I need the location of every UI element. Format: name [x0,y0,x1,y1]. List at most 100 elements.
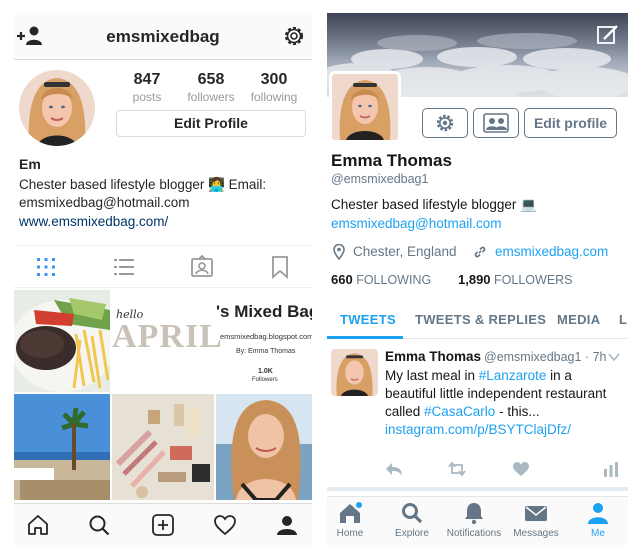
nav-label: Notifications [446,528,502,539]
search-icon[interactable] [87,513,111,537]
twitter-profile-panel: Edit profile Emma Thomas @emsmixedbag1 C… [327,13,628,545]
bio-email-link[interactable]: emsmixedbag@hotmail.com [331,214,621,233]
followers-label: FOLLOWERS [494,273,573,287]
nav-notifications[interactable]: Notifications [443,501,505,539]
profile-name: Emma Thomas [331,151,452,170]
post-blog-author: By: Emma Thomas [236,348,296,355]
avatar[interactable] [329,71,401,143]
lists-button[interactable] [473,108,519,138]
edit-profile-button[interactable]: Edit Profile [116,110,306,137]
bio: Chester based lifestyle blogger 💻 emsmix… [331,195,621,233]
bio-line-2: emsmixedbag@hotmail.com [19,195,190,210]
post-grid: hello APRIL 's Mixed Bag emsmixedbag.blo… [14,290,312,500]
analytics-icon[interactable] [602,461,620,477]
website-link[interactable]: www.emsmixedbag.com/ [19,214,168,229]
home-icon[interactable] [26,513,50,537]
post-thumbnail[interactable] [14,290,110,392]
heart-icon[interactable] [213,513,237,537]
saved-bookmark-icon[interactable] [268,255,292,279]
following-label: FOLLOWING [356,273,432,287]
home-icon [340,502,362,523]
nav-label: Home [336,528,364,539]
edit-profile-label: Edit profile [533,115,608,131]
chevron-down-icon[interactable] [608,352,620,362]
divider [327,487,628,491]
followers-stat[interactable]: 1,890 FOLLOWERS [458,272,573,287]
profile-icon[interactable] [275,513,299,537]
post-thumbnail-april-graphic[interactable]: hello APRIL 's Mixed Bag emsmixedbag.blo… [112,290,312,392]
profile-username: emsmixedbag [106,27,220,46]
nav-explore[interactable]: Explore [381,501,443,539]
tweet-text: My last meal in #Lanzarote in a beautifu… [385,367,623,439]
reply-icon[interactable] [385,461,403,477]
post-april-text: APRIL [112,318,223,355]
post-thumbnail[interactable] [216,394,312,500]
avatar[interactable] [19,70,95,146]
hashtag-link[interactable]: #Lanzarote [479,368,547,383]
location-pin-icon [333,244,345,260]
nav-label: Explore [395,528,429,539]
tagged-photos-icon[interactable] [190,255,214,279]
profile-handle: @emsmixedbag1 [331,172,429,186]
post-thumbnail[interactable] [112,394,214,500]
following-count: 660 [331,272,353,287]
profile-location: Chester, England [353,244,457,259]
nav-messages[interactable]: Messages [505,501,567,539]
retweet-icon[interactable] [448,461,466,477]
gear-icon[interactable] [282,24,306,48]
edit-profile-button[interactable]: Edit profile [524,108,617,138]
tab-tweets[interactable]: TWEETS [340,312,396,327]
bell-icon [465,503,483,525]
like-heart-icon[interactable] [512,461,530,477]
post-blog-title: 's Mixed Bag [216,302,312,321]
stat-followers[interactable]: 658 followers [181,71,241,104]
person-icon [588,503,608,524]
tweet-text-part: - this... [495,404,540,419]
post-follower-label: Followers [252,377,278,383]
tweet-url-link[interactable]: instagram.com/p/BSYTClajDfz/ [385,422,571,437]
people-icon [483,113,509,133]
tab-media[interactable]: MEDIA [557,312,600,327]
display-name: Em [19,156,41,172]
following-stat[interactable]: 660 FOLLOWING [331,272,431,287]
view-tabs [14,245,312,288]
instagram-bottom-nav [14,503,312,545]
tweet-text-part: My last meal in [385,368,479,383]
nav-me[interactable]: Me [567,501,628,539]
followers-count: 658 [197,71,225,88]
new-post-icon[interactable] [151,513,175,537]
bio: Chester based lifestyle blogger 👩‍💻 Emai… [19,176,309,212]
posts-count: 847 [133,71,161,88]
instagram-header: emsmixedbag [14,13,312,60]
post-blog-url: emsmixedbag.blogspot.com [220,332,312,341]
profile-website-link[interactable]: emsmixedbag.com [495,244,608,259]
following-label: following [250,90,298,104]
following-count: 300 [260,71,288,88]
tweet-author-handle: @emsmixedbag1 · 7h [484,350,607,364]
followers-count: 1,890 [458,272,491,287]
post-thumbnail[interactable] [14,394,110,500]
instagram-profile-panel: emsmixedbag 847 posts 658 followers 300 … [14,13,312,545]
list-view-icon[interactable] [112,255,136,279]
nav-home[interactable]: Home [327,501,381,539]
gear-icon [436,114,454,132]
twitter-bottom-nav: Home Explore Notifications Messages Me [327,496,628,545]
tweet-avatar[interactable] [331,349,378,396]
stat-posts[interactable]: 847 posts [117,71,177,104]
edit-header-icon[interactable] [596,23,620,47]
followers-label: followers [187,90,235,104]
grid-view-icon[interactable] [34,255,58,279]
tweet[interactable]: Emma Thomas @emsmixedbag1 · 7h My last m… [327,343,628,493]
posts-label: posts [132,90,162,104]
post-follower-count: 1.0K [258,368,273,375]
settings-button[interactable] [422,108,468,138]
nav-label: Me [591,528,605,539]
tab-tweets-replies[interactable]: TWEETS & REPLIES [415,312,546,327]
stat-following[interactable]: 300 following [244,71,304,104]
profile-tabs: TWEETS TWEETS & REPLIES MEDIA L [327,303,628,339]
tab-likes[interactable]: L [619,312,627,327]
tweet-author-name[interactable]: Emma Thomas [385,349,481,364]
search-icon [402,503,423,524]
hashtag-link[interactable]: #CasaCarlo [424,404,495,419]
bio-text: Chester based lifestyle blogger 💻 [331,197,537,212]
